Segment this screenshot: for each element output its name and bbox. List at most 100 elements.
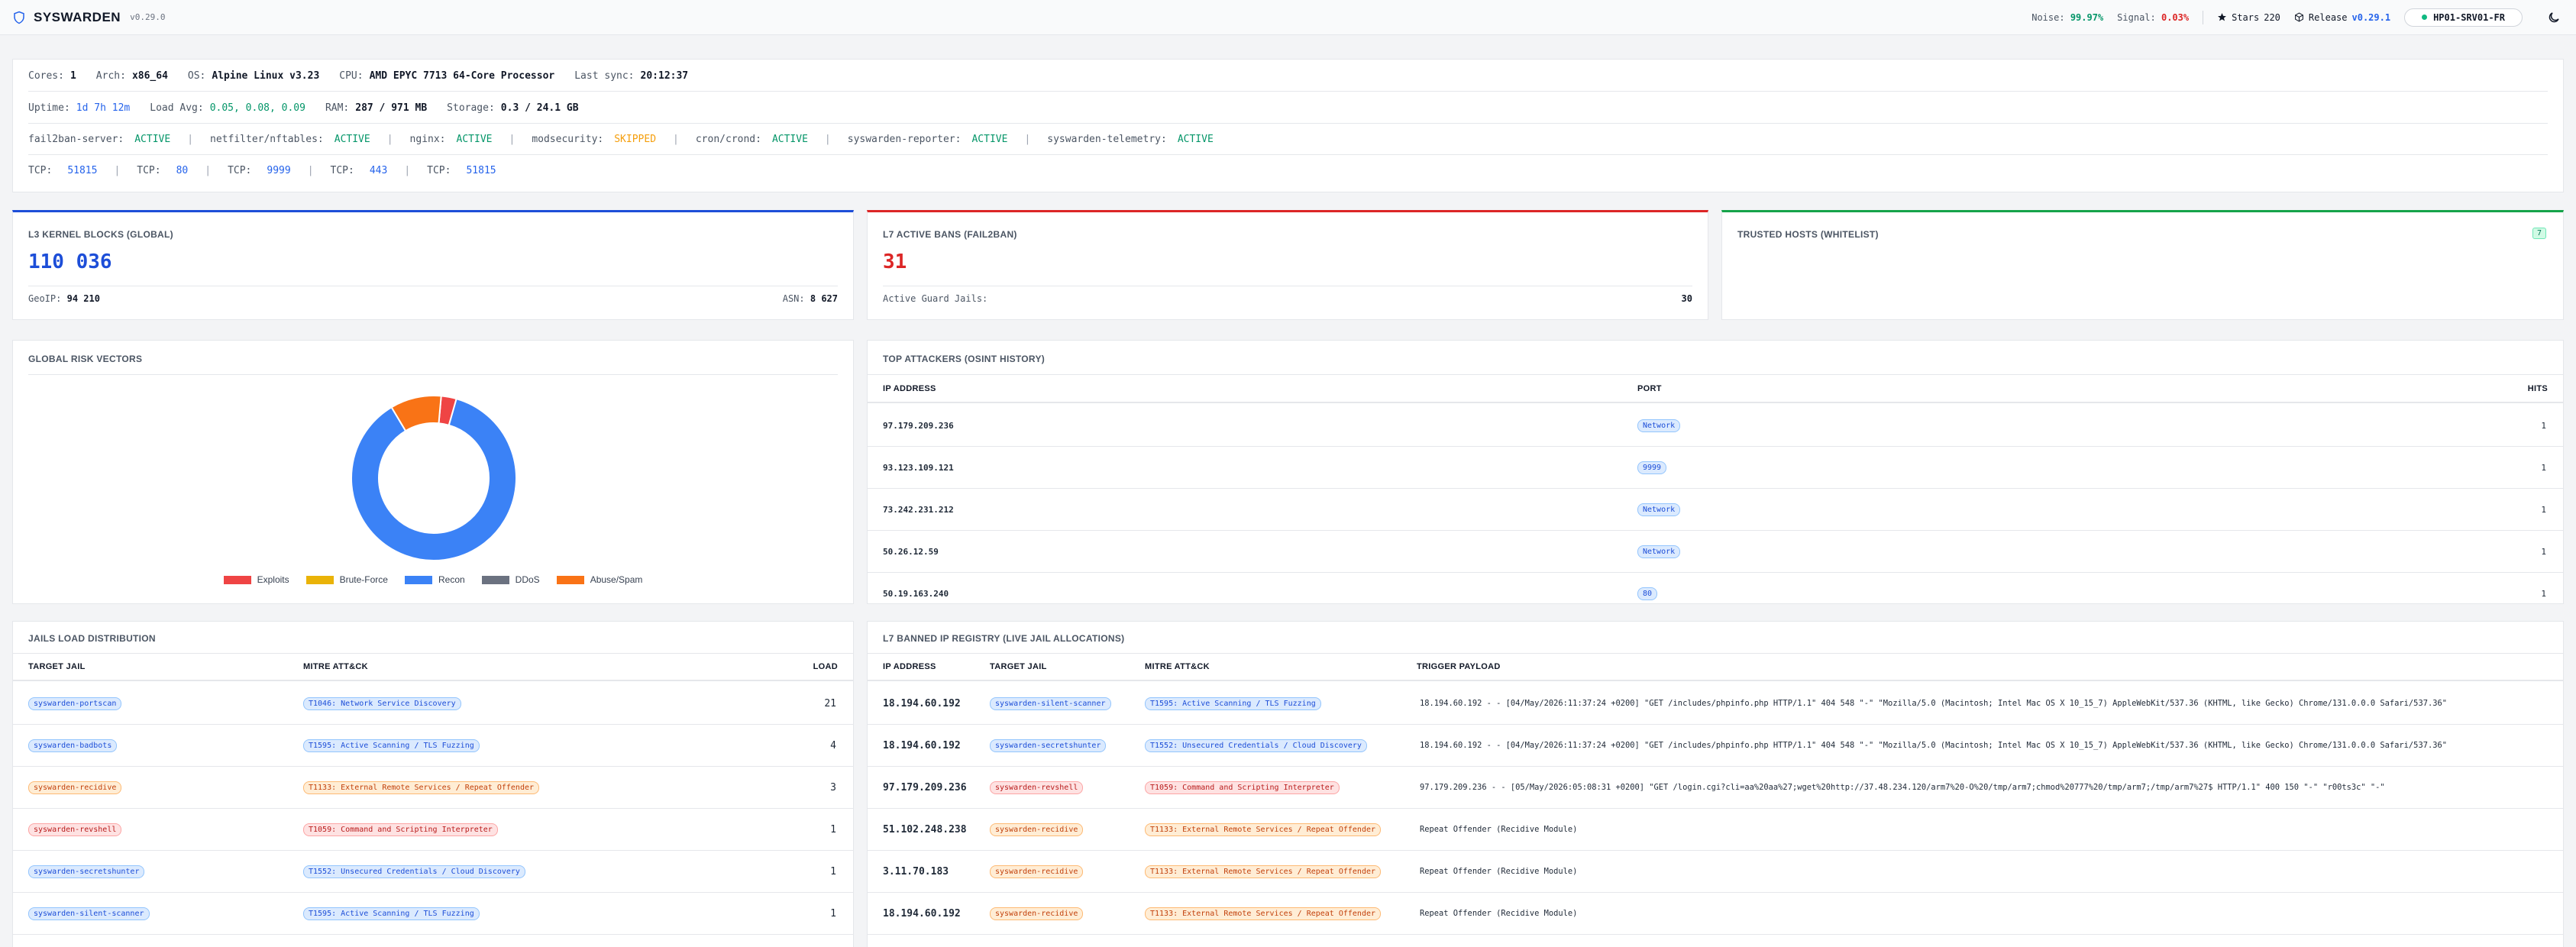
jail-badge[interactable]: syswarden-portscan: [28, 697, 122, 710]
brand: SYSWARDEN v0.29.0: [12, 10, 165, 25]
load-value: 1: [830, 865, 836, 878]
legend-item[interactable]: Abuse/Spam: [556, 574, 642, 585]
trusted-count-badge: 7: [2532, 228, 2546, 239]
jail-badge[interactable]: syswarden-silent-scanner: [28, 907, 150, 920]
attacker-ip: 93.123.109.121: [883, 462, 954, 473]
load-value: 3: [830, 781, 836, 793]
table-row[interactable]: 50.19.163.240 80 1: [868, 573, 2563, 603]
service-state: ACTIVE: [456, 134, 493, 145]
host-selector[interactable]: HP01-SRV01-FR: [2404, 8, 2523, 27]
l7-title: L7 ACTIVE BANS (FAIL2BAN): [883, 229, 1017, 240]
table-row[interactable]: 18.194.60.192 syswarden-secretshunter T155…: [868, 725, 2563, 767]
separator: |: [404, 165, 411, 176]
legend-label: Exploits: [257, 574, 289, 585]
release-link[interactable]: Release v0.29.1: [2294, 12, 2390, 23]
legend-item[interactable]: Recon: [404, 574, 465, 585]
legend-item[interactable]: DDoS: [481, 574, 540, 585]
jail-badge[interactable]: syswarden-recidive: [990, 907, 1084, 920]
app-name: SYSWARDEN: [34, 9, 121, 24]
trusted-hosts-card[interactable]: TRUSTED HOSTS (WHITELIST) 7: [1721, 210, 2564, 320]
divider: [28, 91, 2548, 92]
divider: [868, 374, 2563, 375]
table-row[interactable]: 18.194.60.192 syswarden-recidive T1133: Ex…: [868, 893, 2563, 935]
attacker-ip: 50.26.12.59: [883, 546, 939, 557]
theme-toggle-button[interactable]: [2544, 8, 2564, 27]
moon-icon: [2549, 11, 2559, 22]
table-row[interactable]: syswarden-silent-scanner T1595: Active Sc…: [13, 893, 853, 935]
legend-swatch: [481, 575, 509, 584]
table-row[interactable]: 97.179.209.236 Network 1: [868, 405, 2563, 447]
col-load: LOAD: [813, 662, 838, 671]
separator: |: [114, 165, 121, 176]
cpu-value: AMD EPYC 7713 64-Core Processor: [369, 70, 555, 82]
risk-donut-chart: [351, 395, 517, 561]
port-badge: Network: [1637, 545, 1681, 558]
hits-value: 1: [2541, 588, 2546, 599]
trigger-payload: Repeat Offender (Recidive Module): [1420, 909, 1578, 918]
jail-cell: syswarden-secretshunter: [990, 739, 1107, 752]
mitre-cell: T1552: Unsecured Credentials / Cloud Dis…: [1145, 739, 1367, 752]
table-row[interactable]: 73.242.231.212 Network 1: [868, 489, 2563, 531]
top-attackers-panel: TOP ATTACKERS (OSINT HISTORY) IP ADDRESS…: [867, 340, 2564, 604]
jail-badge[interactable]: syswarden-recidive: [990, 865, 1084, 878]
jail-badge[interactable]: syswarden-recidive: [28, 781, 122, 794]
service-name: modsecurity:: [532, 134, 604, 145]
port-cell: Network: [1637, 503, 1681, 516]
asn-stat: ASN: 8 627: [783, 293, 838, 304]
port-protocol: TCP:: [137, 165, 161, 176]
service-status: fail2ban-server: ACTIVE: [28, 134, 170, 145]
jail-cell: syswarden-revshell: [28, 823, 122, 836]
jail-badge[interactable]: syswarden-silent-scanner: [990, 697, 1111, 710]
attacker-ip: 50.19.163.240: [883, 588, 949, 599]
stars-link[interactable]: Stars 220: [2217, 12, 2280, 23]
l3-value: 110 036: [28, 250, 112, 273]
table-row[interactable]: syswarden-portscan T1046: Network Service…: [13, 683, 853, 725]
mitre-cell: T1133: External Remote Services / Repeat…: [1145, 907, 1382, 920]
service-state: ACTIVE: [134, 134, 171, 145]
col-port: PORT: [1637, 384, 1662, 393]
table-row[interactable]: 97.179.209.236 syswarden-revshell T1059: C…: [868, 767, 2563, 809]
separator: |: [824, 134, 831, 145]
host-name: HP01-SRV01-FR: [2433, 11, 2505, 23]
table-row[interactable]: syswarden-badbots T1595: Active Scanning …: [13, 725, 853, 767]
jails-title: JAILS LOAD DISTRIBUTION: [28, 633, 156, 644]
mitre-badge: T1595: Active Scanning / TLS Fuzzing: [1145, 697, 1321, 710]
jail-badge[interactable]: syswarden-secretshunter: [28, 865, 145, 878]
table-row[interactable]: syswarden-secretshunter T1552: Unsecured …: [13, 851, 853, 893]
arch-label: Arch:: [95, 70, 126, 82]
mitre-cell: T1059: Command and Scripting Interpreter: [303, 823, 498, 836]
l3-blocks-card: L3 KERNEL BLOCKS (GLOBAL) 110 036 GeoIP:…: [12, 210, 854, 320]
port-protocol: TCP:: [330, 165, 354, 176]
mitre-badge: T1046: Network Service Discovery: [303, 697, 461, 710]
table-row[interactable]: 3.11.70.183 syswarden-recidive T1133: Exte…: [868, 851, 2563, 893]
table-row[interactable]: syswarden-revshell T1059: Command and Scr…: [13, 809, 853, 851]
jail-badge[interactable]: syswarden-secretshunter: [990, 739, 1107, 752]
table-row[interactable]: 18.194.60.192 syswarden-silent-scanner T15…: [868, 683, 2563, 725]
jail-cell: syswarden-silent-scanner: [990, 697, 1111, 710]
attackers-table-header: IP ADDRESS PORT HITS: [868, 376, 2563, 403]
signal-value: 0.03%: [2161, 11, 2190, 23]
port-badge: Network: [1637, 503, 1681, 516]
noise-metric: Noise: 99.97%: [2031, 12, 2103, 23]
jail-badge[interactable]: syswarden-recidive: [990, 823, 1084, 836]
uptime-label: Uptime:: [28, 102, 70, 114]
service-name: syswarden-reporter:: [847, 134, 962, 145]
table-row[interactable]: syswarden-recidive T1133: External Remote…: [13, 767, 853, 809]
legend-item[interactable]: Exploits: [223, 574, 289, 585]
jail-badge[interactable]: syswarden-revshell: [990, 781, 1084, 794]
table-row[interactable]: 93.123.109.121 9999 1: [868, 447, 2563, 489]
table-row[interactable]: 51.102.248.238 syswarden-recidive T1133: E…: [868, 809, 2563, 851]
table-row[interactable]: 50.26.12.59 Network 1: [868, 531, 2563, 573]
separator: |: [307, 165, 314, 176]
cpu-label: CPU:: [339, 70, 364, 82]
mitre-cell: T1552: Unsecured Credentials / Cloud Dis…: [303, 865, 525, 878]
divider: [28, 154, 2548, 155]
port-protocol: TCP:: [28, 165, 53, 176]
separator: |: [205, 165, 212, 176]
jail-badge[interactable]: syswarden-badbots: [28, 739, 118, 752]
legend-item[interactable]: Brute-Force: [305, 574, 388, 585]
service-status: modsecurity: SKIPPED: [532, 134, 656, 145]
load-value: 1: [830, 907, 836, 920]
jail-badge[interactable]: syswarden-revshell: [28, 823, 122, 836]
col-payload: TRIGGER PAYLOAD: [1417, 662, 1501, 671]
